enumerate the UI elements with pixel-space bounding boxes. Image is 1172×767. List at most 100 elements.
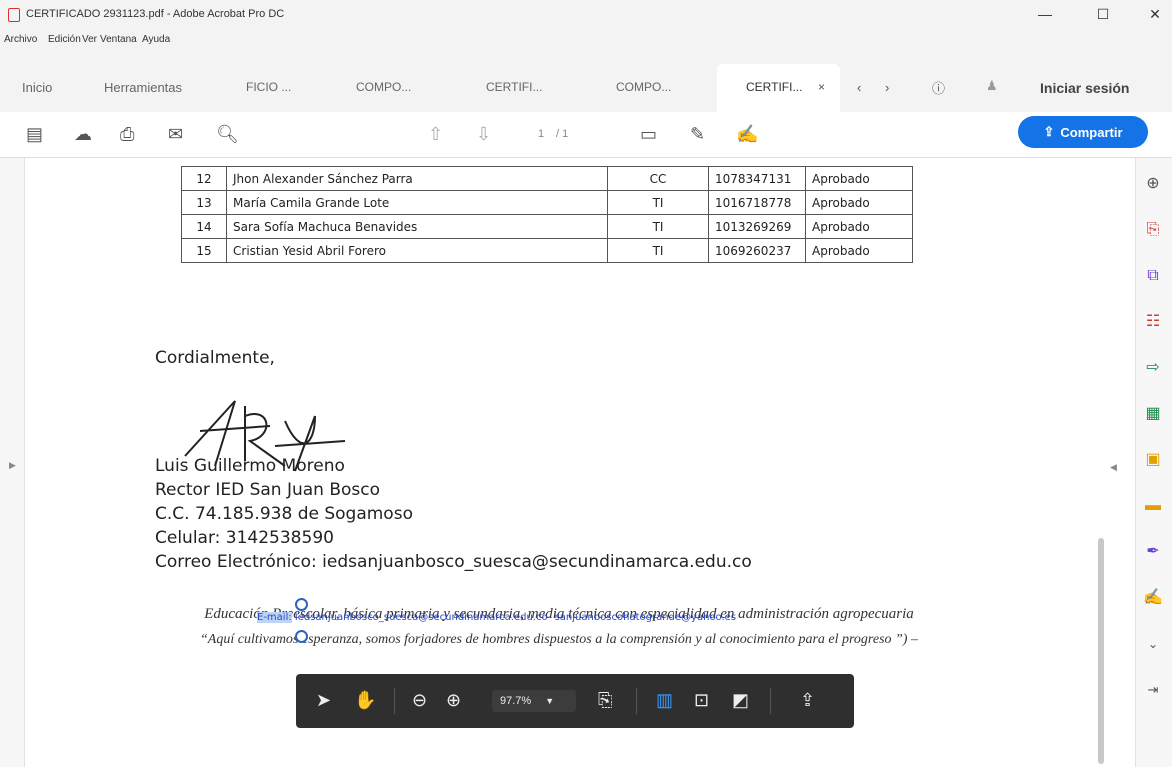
tab-doc-4[interactable]: COMPO... <box>616 80 671 94</box>
row-number: 15 <box>181 238 227 263</box>
vertical-scrollbar[interactable]: ◀ <box>1093 158 1135 767</box>
tab-doc-1[interactable]: FICIO ... <box>246 80 291 94</box>
doc-number: 1069260237 <box>708 238 806 263</box>
zoom-tool-icon[interactable]: ⊕ <box>1143 174 1163 194</box>
table-row: 13 María Camila Grande Lote TI 101671877… <box>181 190 913 215</box>
chevron-down-icon: ▼ <box>545 696 555 706</box>
sign-in-link[interactable]: Iniciar sesión <box>1040 80 1129 96</box>
sign-icon[interactable]: ✍ <box>736 124 758 145</box>
export-pdf-icon[interactable]: ⇨ <box>1143 358 1163 378</box>
signer-id: C.C. 74.185.938 de Sogamoso <box>155 504 413 524</box>
student-name: Cristian Yesid Abril Forero <box>226 238 608 263</box>
row-number: 14 <box>181 214 227 239</box>
next-page-icon[interactable]: ⇩ <box>476 124 491 145</box>
comment-icon[interactable]: ▭ <box>640 124 657 145</box>
share-button[interactable]: ⇪ Compartir <box>1018 116 1148 148</box>
fit-page-icon[interactable]: ▥ <box>656 690 673 711</box>
zoom-level-dropdown[interactable]: 97.7% ▼ <box>492 690 576 712</box>
highlight-pen-icon[interactable]: ✎ <box>690 124 705 145</box>
students-table: 12 Jhon Alexander Sánchez Parra CC 10783… <box>181 166 913 263</box>
notification-bell-icon[interactable]: ♟ <box>986 78 998 94</box>
help-icon[interactable]: ⓘ <box>932 78 945 97</box>
doc-type: CC <box>607 166 709 191</box>
footer-emails: iedsanjuanbosco_suesca@secundinamarca.ed… <box>291 612 737 623</box>
footer-line-2: “Aquí cultivamos esperanza, somos forjad… <box>200 632 918 647</box>
expand-left-panel-icon[interactable]: ▶ <box>9 460 16 471</box>
scrollbar-thumb[interactable] <box>1098 538 1104 764</box>
signer-phone: Celular: 3142538590 <box>155 528 334 548</box>
menu-bar: Archivo Edición Ver Ventana Ayuda <box>0 32 1172 48</box>
tab-herramientas[interactable]: Herramientas <box>104 80 182 95</box>
select-tool-icon[interactable]: ➤ <box>316 690 331 711</box>
toolbar-divider <box>636 688 637 714</box>
menu-archivo[interactable]: Archivo <box>4 34 37 45</box>
share-icon: ⇪ <box>1043 124 1055 139</box>
selected-text: E-mail: <box>257 612 292 623</box>
table-row: 15 Cristian Yesid Abril Forero TI 106926… <box>181 238 913 263</box>
more-tools-icon[interactable]: ⌄ <box>1143 634 1163 654</box>
email-icon[interactable]: ✉ <box>168 124 183 145</box>
signer-email: Correo Electrónico: iedsanjuanbosco_sues… <box>155 552 752 572</box>
collapse-right-panel-icon[interactable]: ◀ <box>1110 462 1117 473</box>
tab-doc-5-active[interactable]: CERTIFI... <box>746 80 802 94</box>
edit-pdf-icon[interactable]: ▦ <box>1143 404 1163 424</box>
table-row: 12 Jhon Alexander Sánchez Parra CC 10783… <box>181 166 913 191</box>
menu-ayuda[interactable]: Ayuda <box>142 34 170 45</box>
zoom-in-icon[interactable]: ⊕ <box>446 690 461 711</box>
tab-doc-3[interactable]: CERTIFI... <box>486 80 542 94</box>
signer-role: Rector IED San Juan Bosco <box>155 480 381 500</box>
toolbar-divider <box>394 688 395 714</box>
footer-email-line: E-mail: iedsanjuanbosco_suesca@secundina… <box>257 612 736 623</box>
status: Aprobado <box>805 238 913 263</box>
signer-name: Luis Guillermo Moreno <box>155 456 345 476</box>
find-icon[interactable]: 🔍︎ <box>216 124 239 145</box>
fill-sign-icon[interactable]: ✒ <box>1143 542 1163 562</box>
menu-ventana[interactable]: Ventana <box>100 34 137 45</box>
pdf-file-icon <box>8 8 20 22</box>
selection-handle-start[interactable] <box>295 598 308 611</box>
window-title: CERTIFICADO 2931123.pdf - Adobe Acrobat … <box>26 8 285 20</box>
menu-edicion[interactable]: Edición <box>48 34 81 45</box>
minimize-button[interactable]: — <box>1030 6 1060 22</box>
request-signature-icon[interactable]: ✍ <box>1143 588 1163 608</box>
full-screen-icon[interactable]: ◩ <box>732 690 749 711</box>
combine-files-icon[interactable]: ⧉ <box>1143 266 1163 286</box>
doc-type: TI <box>607 214 709 239</box>
share-label: Compartir <box>1060 124 1123 140</box>
zoom-value: 97.7% <box>500 695 532 707</box>
organize-pages-icon[interactable]: ☷ <box>1143 312 1163 332</box>
doc-number: 1078347131 <box>708 166 806 191</box>
fit-width-icon[interactable]: ⊡ <box>694 690 709 711</box>
tab-scroll-left-icon[interactable]: ‹ <box>857 80 861 95</box>
upload-cloud-icon[interactable]: ☁ <box>74 124 92 145</box>
create-pdf-icon[interactable]: ⎘ <box>1143 220 1163 240</box>
export-icon[interactable]: ⇪ <box>800 690 815 711</box>
page-number-input[interactable]: 1 <box>538 128 544 140</box>
status: Aprobado <box>805 166 913 191</box>
zoom-out-icon[interactable]: ⊖ <box>412 690 427 711</box>
row-number: 12 <box>181 166 227 191</box>
hand-tool-icon[interactable]: ✋ <box>354 690 376 711</box>
status: Aprobado <box>805 190 913 215</box>
comment-tool-icon[interactable]: ▬ <box>1143 496 1163 516</box>
page-total: / 1 <box>556 128 569 140</box>
title-bar: CERTIFICADO 2931123.pdf - Adobe Acrobat … <box>0 0 1172 33</box>
doc-number: 1013269269 <box>708 214 806 239</box>
save-icon[interactable]: ▤ <box>26 124 43 145</box>
prev-page-icon[interactable]: ⇧ <box>428 124 443 145</box>
tab-scroll-right-icon[interactable]: › <box>885 80 889 95</box>
status: Aprobado <box>805 214 913 239</box>
tab-doc-2[interactable]: COMPO... <box>356 80 411 94</box>
selection-handle-end[interactable] <box>295 630 308 643</box>
close-button[interactable]: ✕ <box>1140 6 1170 23</box>
tab-inicio[interactable]: Inicio <box>22 80 52 95</box>
collapse-tools-icon[interactable]: ⇥ <box>1143 680 1163 700</box>
closing-text: Cordialmente, <box>155 348 275 368</box>
left-panel-collapsed[interactable]: ▶ <box>0 158 25 767</box>
print-icon[interactable]: ⎙ <box>120 124 134 145</box>
protect-icon[interactable]: ▣ <box>1143 450 1163 470</box>
rotate-pages-icon[interactable]: ⎘ <box>598 690 612 711</box>
tab-close-icon[interactable]: × <box>818 80 825 94</box>
maximize-button[interactable]: ☐ <box>1088 6 1118 23</box>
menu-ver[interactable]: Ver <box>82 34 97 45</box>
